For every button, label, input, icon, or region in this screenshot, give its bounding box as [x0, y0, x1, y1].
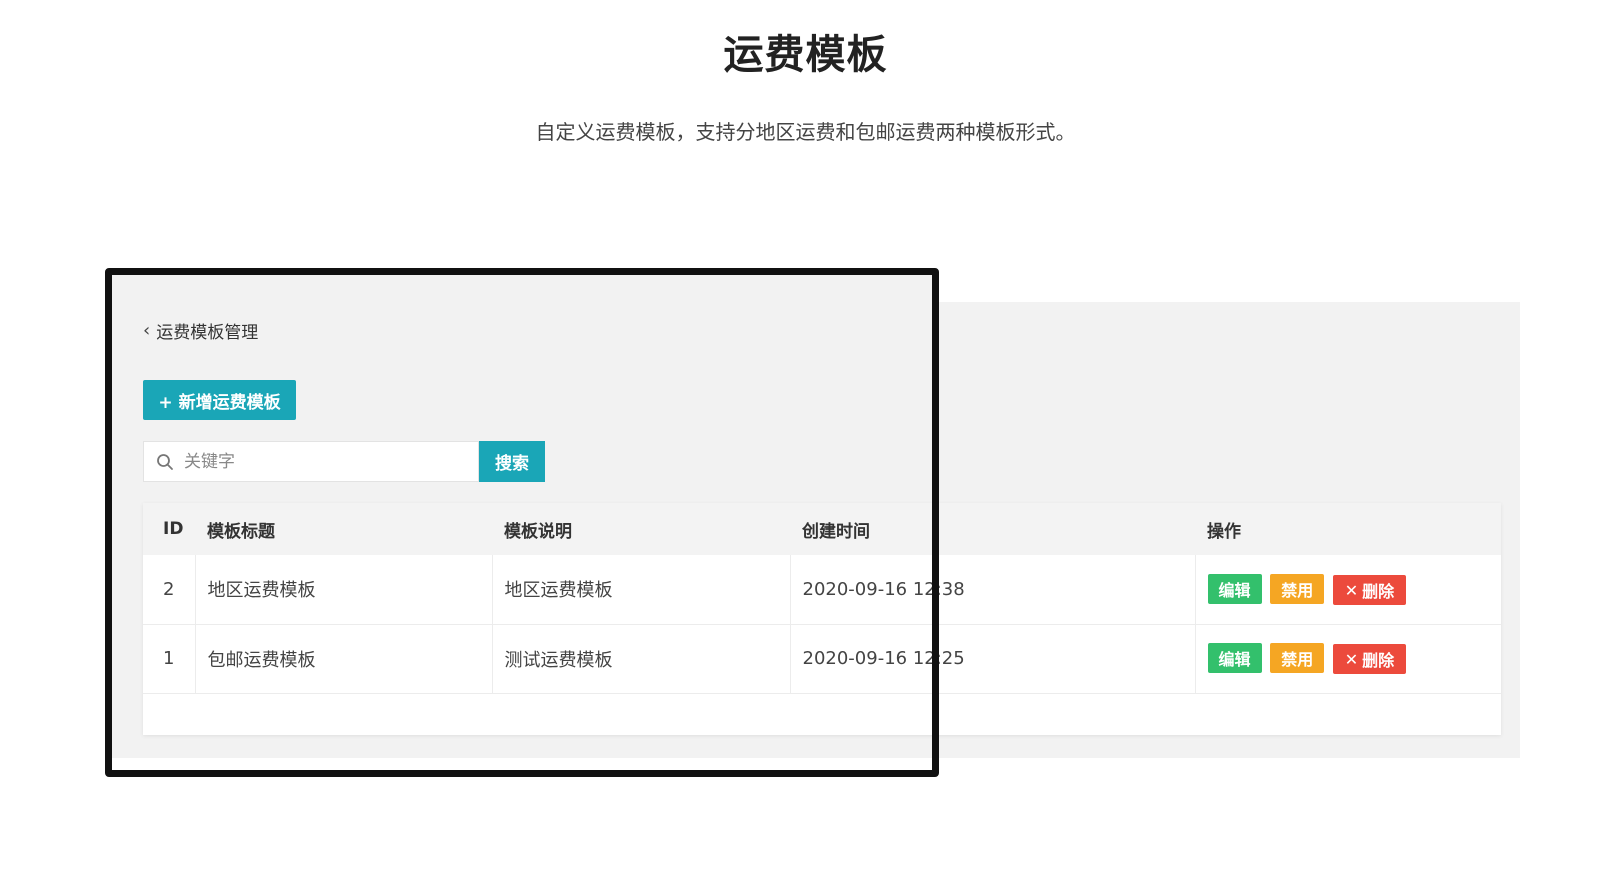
search-bar: 搜索 — [143, 441, 545, 482]
template-table-card: ID 模板标题 模板说明 创建时间 操作 2 地区运费模板 地区运费模板 202… — [143, 503, 1501, 735]
delete-button[interactable]: ✕ 删除 — [1332, 644, 1406, 675]
breadcrumb-label: 运费模板管理 — [156, 323, 259, 343]
header-id: ID — [163, 519, 184, 539]
table-header-row: ID 模板标题 模板说明 创建时间 操作 — [143, 503, 1501, 555]
close-icon: ✕ — [1344, 649, 1359, 669]
frame-fill — [112, 275, 932, 305]
header-desc: 模板说明 — [504, 521, 572, 542]
edit-button[interactable]: 编辑 — [1207, 642, 1262, 673]
delete-label: 删除 — [1362, 651, 1395, 671]
cell-desc: 地区运费模板 — [492, 555, 791, 624]
template-table: ID 模板标题 模板说明 创建时间 操作 2 地区运费模板 地区运费模板 202… — [143, 503, 1501, 694]
header-created: 创建时间 — [802, 521, 870, 542]
back-breadcrumb[interactable]: ‹ 运费模板管理 — [143, 318, 258, 343]
search-input[interactable] — [184, 451, 454, 472]
edit-button[interactable]: 编辑 — [1207, 573, 1262, 604]
table-row: 2 地区运费模板 地区运费模板 2020-09-16 12:38 编辑 禁用 ✕… — [143, 555, 1501, 624]
search-button[interactable]: 搜索 — [479, 441, 545, 482]
cell-title: 地区运费模板 — [195, 555, 493, 624]
delete-button[interactable]: ✕ 删除 — [1332, 575, 1406, 605]
search-box — [143, 441, 479, 482]
disable-button[interactable]: 禁用 — [1270, 573, 1325, 604]
header-actions: 操作 — [1207, 521, 1241, 542]
cell-created: 2020-09-16 12:25 — [790, 624, 1196, 693]
page-subtitle: 自定义运费模板，支持分地区运费和包邮运费两种模板形式。 — [535, 120, 1076, 144]
close-icon: ✕ — [1344, 580, 1359, 600]
cell-title: 包邮运费模板 — [195, 624, 493, 693]
table-row: 1 包邮运费模板 测试运费模板 2020-09-16 12:25 编辑 禁用 ✕… — [143, 624, 1501, 693]
page-title: 运费模板 — [723, 32, 888, 78]
cell-desc: 测试运费模板 — [492, 624, 791, 693]
add-template-button[interactable]: + 新增运费模板 — [143, 380, 296, 420]
cell-id: 2 — [143, 555, 196, 624]
search-icon — [157, 453, 173, 470]
disable-button[interactable]: 禁用 — [1270, 642, 1325, 673]
header-title: 模板标题 — [207, 521, 275, 542]
cell-actions: 编辑 禁用 ✕ 删除 — [1195, 555, 1501, 624]
delete-label: 删除 — [1362, 582, 1395, 601]
cell-actions: 编辑 禁用 ✕ 删除 — [1195, 624, 1501, 693]
cell-created: 2020-09-16 12:38 — [790, 555, 1196, 624]
cell-id: 1 — [143, 624, 196, 693]
chevron-left-icon: ‹ — [143, 320, 151, 341]
